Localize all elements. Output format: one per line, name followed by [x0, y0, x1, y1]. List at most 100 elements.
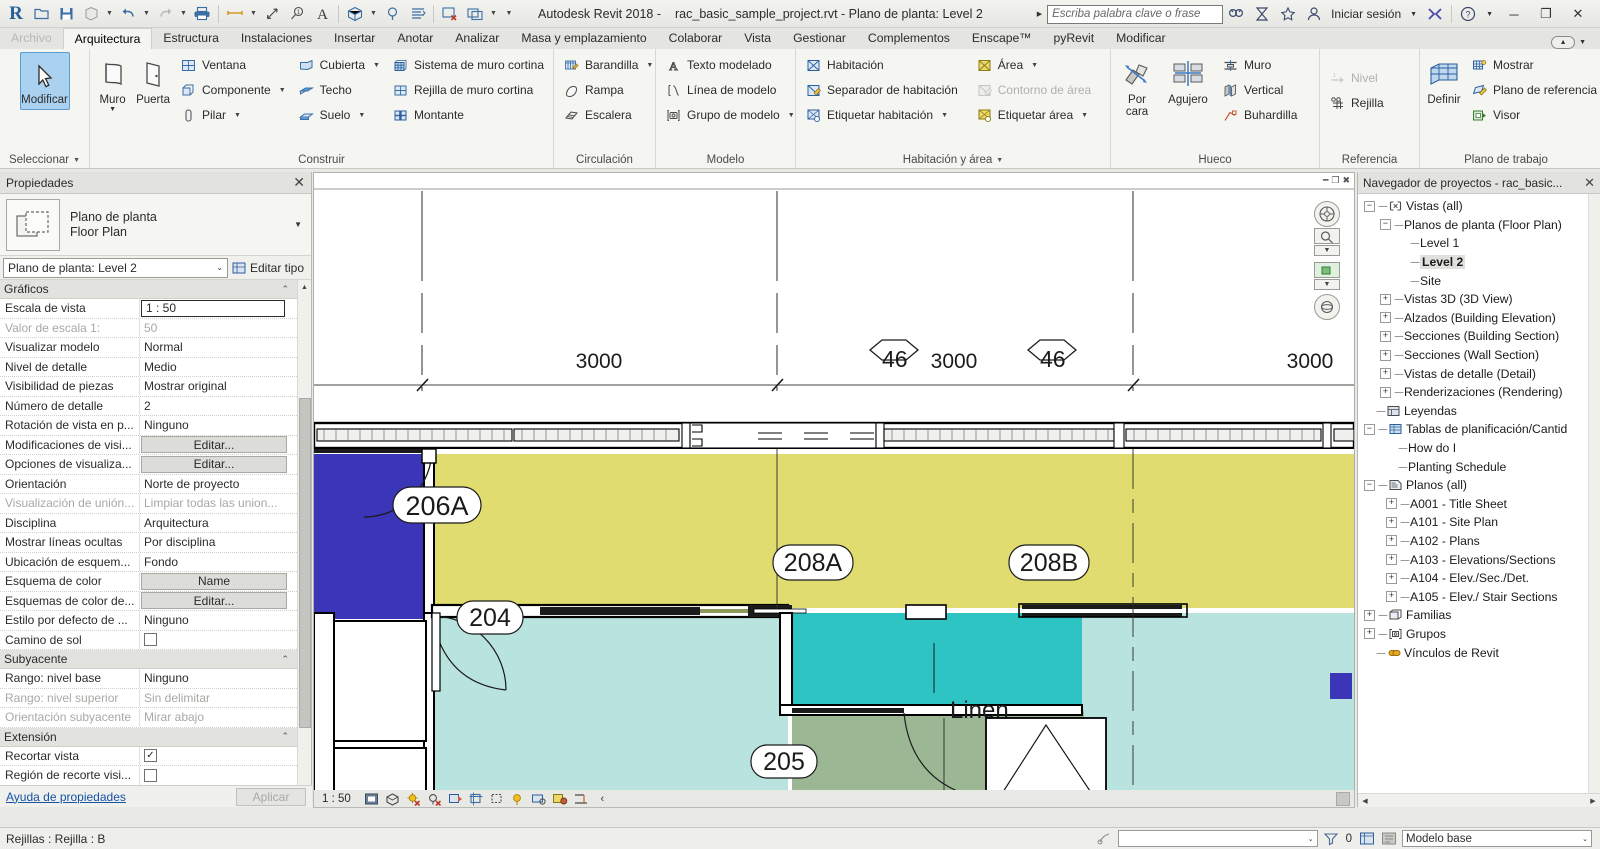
- expand-icon[interactable]: ‹: [594, 791, 611, 807]
- drawing-canvas[interactable]: ━ ❐ ✖ 3000 3000 3000 46 46 Linen 206A 20…: [313, 172, 1355, 807]
- etiquetar-habitacion-button[interactable]: Etiquetar habitación ▼: [800, 103, 963, 127]
- ribbon-tab-complementos[interactable]: Complementos: [857, 28, 961, 49]
- techo-button[interactable]: Techo: [293, 78, 385, 102]
- minimize-view-icon[interactable]: ━: [1323, 175, 1328, 186]
- etiquetar-area-caret-icon[interactable]: ▼: [1081, 112, 1088, 119]
- modificar-button[interactable]: Modificar: [19, 52, 70, 110]
- montante-button[interactable]: Montante: [387, 103, 549, 127]
- ribbon-tab-modificar[interactable]: Modificar: [1105, 28, 1176, 49]
- definir-button[interactable]: Definir: [1424, 52, 1464, 110]
- property-value[interactable]: Editar...: [140, 455, 311, 474]
- collapse-toggle-icon[interactable]: −: [1364, 423, 1375, 435]
- ribbon-tab-gestionar[interactable]: Gestionar: [782, 28, 857, 49]
- expand-toggle-icon[interactable]: +: [1380, 330, 1391, 342]
- tree-node-how-do-i[interactable]: ─ How do I: [1358, 439, 1600, 458]
- property-row[interactable]: Nivel de detalle Medio: [0, 357, 311, 377]
- orbit-icon[interactable]: [1314, 294, 1340, 320]
- help-icon[interactable]: ?: [1455, 1, 1481, 27]
- tree-node-vistas-de-detalle[interactable]: + ─ Vistas de detalle (Detail): [1358, 364, 1600, 383]
- thin-lines-icon[interactable]: [405, 2, 429, 26]
- sun-path-icon[interactable]: [405, 791, 422, 807]
- save-as-caret-icon[interactable]: ▼: [104, 2, 115, 26]
- editar-button[interactable]: Editar...: [141, 592, 287, 610]
- property-row[interactable]: Estilo por defecto de ... Ninguno: [0, 611, 311, 631]
- ribbon-collapse-controls[interactable]: ▲ ▼: [1551, 36, 1600, 49]
- property-row[interactable]: Opciones de visualiza... Editar...: [0, 455, 311, 475]
- area-button[interactable]: Área ▼: [971, 53, 1096, 77]
- hueco-vertical-button[interactable]: Vertical: [1217, 78, 1302, 102]
- tree-node-a102[interactable]: + ─ A102 - Plans: [1358, 532, 1600, 551]
- property-row[interactable]: Región de recorte visi...: [0, 766, 311, 786]
- tree-node-grupos[interactable]: + ─ Grupos: [1358, 625, 1600, 644]
- restore-window-button[interactable]: ❐: [1530, 1, 1562, 27]
- expand-toggle-icon[interactable]: +: [1386, 498, 1397, 510]
- apply-button[interactable]: Aplicar: [236, 787, 306, 806]
- temporary-view-icon[interactable]: [552, 791, 569, 807]
- filter-icon[interactable]: [1322, 830, 1340, 847]
- sign-in-label[interactable]: Iniciar sesión: [1327, 7, 1405, 21]
- expand-toggle-icon[interactable]: +: [1386, 572, 1397, 584]
- property-value[interactable]: Normal: [140, 338, 311, 357]
- ribbon-tab-bar[interactable]: Archivo Arquitectura Estructura Instalac…: [0, 28, 1600, 49]
- property-row[interactable]: Ubicación de esquem... Fondo: [0, 552, 311, 572]
- revit-logo-icon[interactable]: R: [4, 2, 28, 26]
- zoom-caret-icon[interactable]: ▼: [1314, 245, 1340, 256]
- tree-node-a103[interactable]: + ─ A103 - Elevations/Sections: [1358, 550, 1600, 569]
- ribbon-tab-pyrevit[interactable]: pyRevit: [1043, 28, 1106, 49]
- property-value[interactable]: [140, 631, 311, 650]
- default-3d-view-icon[interactable]: [343, 2, 367, 26]
- mostrar-button[interactable]: Mostrar: [1466, 53, 1600, 77]
- rejilla-button[interactable]: Rejilla: [1324, 91, 1389, 115]
- property-row[interactable]: Esquemas de color de... Editar...: [0, 591, 311, 611]
- search-input[interactable]: Escriba palabra clave o frase: [1047, 4, 1224, 24]
- measure-caret-icon[interactable]: ▼: [248, 2, 259, 26]
- crop-view-icon[interactable]: [468, 791, 485, 807]
- open-icon[interactable]: [29, 2, 53, 26]
- edit-type-button[interactable]: Editar tipo: [232, 261, 308, 275]
- expand-toggle-icon[interactable]: +: [1364, 609, 1375, 621]
- infocenter-expand-icon[interactable]: ▶: [1032, 10, 1047, 18]
- expand-toggle-icon[interactable]: +: [1364, 628, 1375, 640]
- editar-button[interactable]: Editar...: [141, 455, 287, 473]
- customize-qat-icon[interactable]: ▼: [500, 2, 518, 26]
- ribbon-tab-vista[interactable]: Vista: [733, 28, 782, 49]
- quick-access-toolbar[interactable]: R ▼ ▼ ▼ ▼ 1 A ▼ ▼ ▼: [0, 0, 518, 28]
- property-row[interactable]: Esquema de color Name: [0, 572, 311, 592]
- tree-node-secciones-building[interactable]: + ─ Secciones (Building Section): [1358, 327, 1600, 346]
- type-selector-preview[interactable]: Plano de planta Floor Plan ▼: [0, 194, 311, 256]
- collapse-group-icon[interactable]: ⌃: [281, 654, 289, 665]
- aligned-dimension-icon[interactable]: [260, 2, 284, 26]
- suelo-caret-icon[interactable]: ▼: [358, 112, 365, 119]
- save-icon[interactable]: [54, 2, 78, 26]
- pan-caret-icon[interactable]: ▼: [1314, 279, 1340, 290]
- property-value[interactable]: Fondo: [140, 553, 311, 572]
- browser-horizontal-scrollbar[interactable]: ◀ ▶: [1358, 793, 1600, 807]
- browser-scrollbar[interactable]: [1588, 194, 1600, 793]
- ribbon-tab-masa-y-emplazamiento[interactable]: Masa y emplazamiento: [510, 28, 657, 49]
- view-window-controls[interactable]: ━ ❐ ✖: [1323, 173, 1354, 187]
- save-as-icon[interactable]: [79, 2, 103, 26]
- escala-de-vista-field[interactable]: 1 : 50: [141, 299, 285, 317]
- close-hidden-windows-icon[interactable]: [438, 2, 462, 26]
- print-icon[interactable]: [190, 2, 214, 26]
- editar-button[interactable]: Editar...: [141, 436, 287, 454]
- account-icon[interactable]: [1301, 1, 1327, 27]
- tree-node-leyendas[interactable]: ─ Leyendas: [1358, 402, 1600, 421]
- property-row[interactable]: Rotación de vista en p... Ninguno: [0, 416, 311, 436]
- property-value[interactable]: 2: [140, 397, 311, 416]
- tree-node-familias[interactable]: + ─ Familias: [1358, 606, 1600, 625]
- steering-wheel-icon[interactable]: [1314, 201, 1340, 227]
- expand-toggle-icon[interactable]: +: [1386, 554, 1397, 566]
- tree-node-renderizaciones[interactable]: + ─ Renderizaciones (Rendering): [1358, 383, 1600, 402]
- visual-style-icon[interactable]: [384, 791, 401, 807]
- ribbon-tab-archivo[interactable]: Archivo: [0, 28, 63, 49]
- tree-node-planos-all[interactable]: − ─ Planos (all): [1358, 476, 1600, 495]
- chevron-down-icon[interactable]: ⌄: [216, 263, 223, 272]
- tree-node-alzados[interactable]: + ─ Alzados (Building Elevation): [1358, 309, 1600, 328]
- switch-windows-icon[interactable]: [463, 2, 487, 26]
- collapse-toggle-icon[interactable]: −: [1380, 219, 1391, 231]
- reveal-hidden-icon[interactable]: [531, 791, 548, 807]
- redo-icon[interactable]: [153, 2, 177, 26]
- pilar-button[interactable]: Pilar ▼: [175, 103, 291, 127]
- property-row[interactable]: Rango: nivel base Ninguno: [0, 669, 311, 689]
